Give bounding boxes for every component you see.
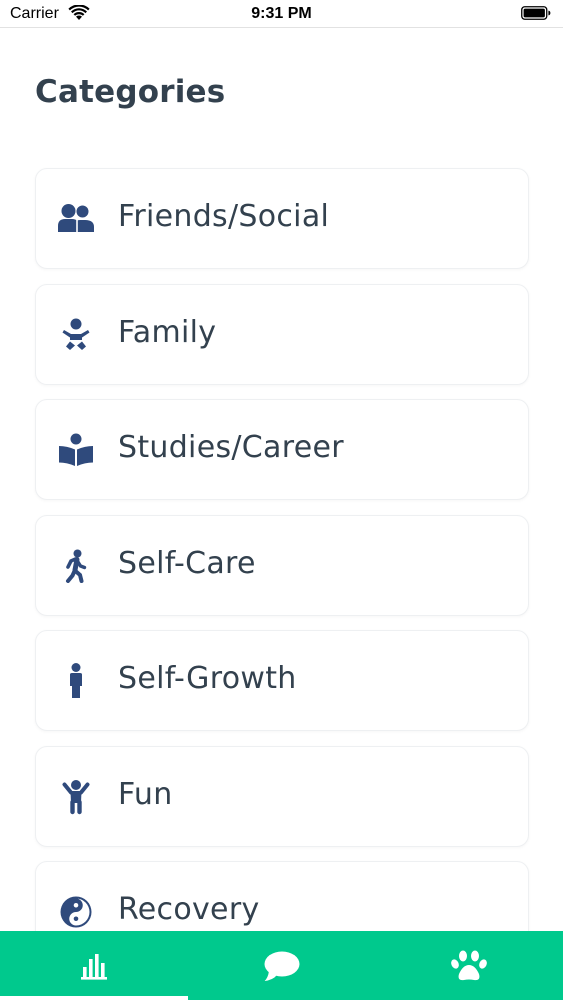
chat-bubble-icon <box>264 951 299 981</box>
yin-yang-icon <box>56 893 96 931</box>
category-card-self-growth[interactable]: Self-Growth <box>35 630 529 731</box>
baby-icon <box>56 316 96 354</box>
bar-chart-icon <box>80 953 107 980</box>
male-icon <box>56 662 96 700</box>
category-card-self-care[interactable]: Self-Care <box>35 514 529 616</box>
walking-icon <box>56 547 96 585</box>
category-label: Self-Growth <box>118 661 297 696</box>
category-label: Self-Care <box>118 545 256 581</box>
paw-icon <box>451 950 488 980</box>
category-list: Friends/Social Family Studies/Career Sel… <box>35 168 529 977</box>
screen: Carrier 9:31 PM Categories Friends/Socia… <box>0 0 563 1000</box>
category-card-studies-career[interactable]: Studies/Career <box>35 399 529 500</box>
category-label: Studies/Career <box>118 430 344 465</box>
category-card-fun[interactable]: Fun <box>35 745 529 847</box>
category-card-friends-social[interactable]: Friends/Social <box>35 168 529 269</box>
clock-time: 9:31 PM <box>251 5 312 22</box>
user-friends-icon <box>56 200 96 238</box>
battery-icon <box>521 6 551 20</box>
category-label: Recovery <box>118 892 260 927</box>
active-tab-indicator <box>0 996 188 1000</box>
tab-chat[interactable] <box>188 931 376 1000</box>
category-label: Fun <box>118 776 173 812</box>
status-bar: Carrier 9:31 PM <box>0 0 563 28</box>
page-title: Categories <box>35 74 226 110</box>
bottom-tab-bar <box>0 931 563 1000</box>
category-card-family[interactable]: Family <box>35 283 529 385</box>
book-reader-icon <box>56 431 96 469</box>
child-icon <box>56 778 96 816</box>
category-label: Friends/Social <box>118 199 330 234</box>
tab-pet[interactable] <box>375 931 563 1000</box>
category-label: Family <box>118 314 217 350</box>
tab-stats[interactable] <box>0 931 188 1000</box>
